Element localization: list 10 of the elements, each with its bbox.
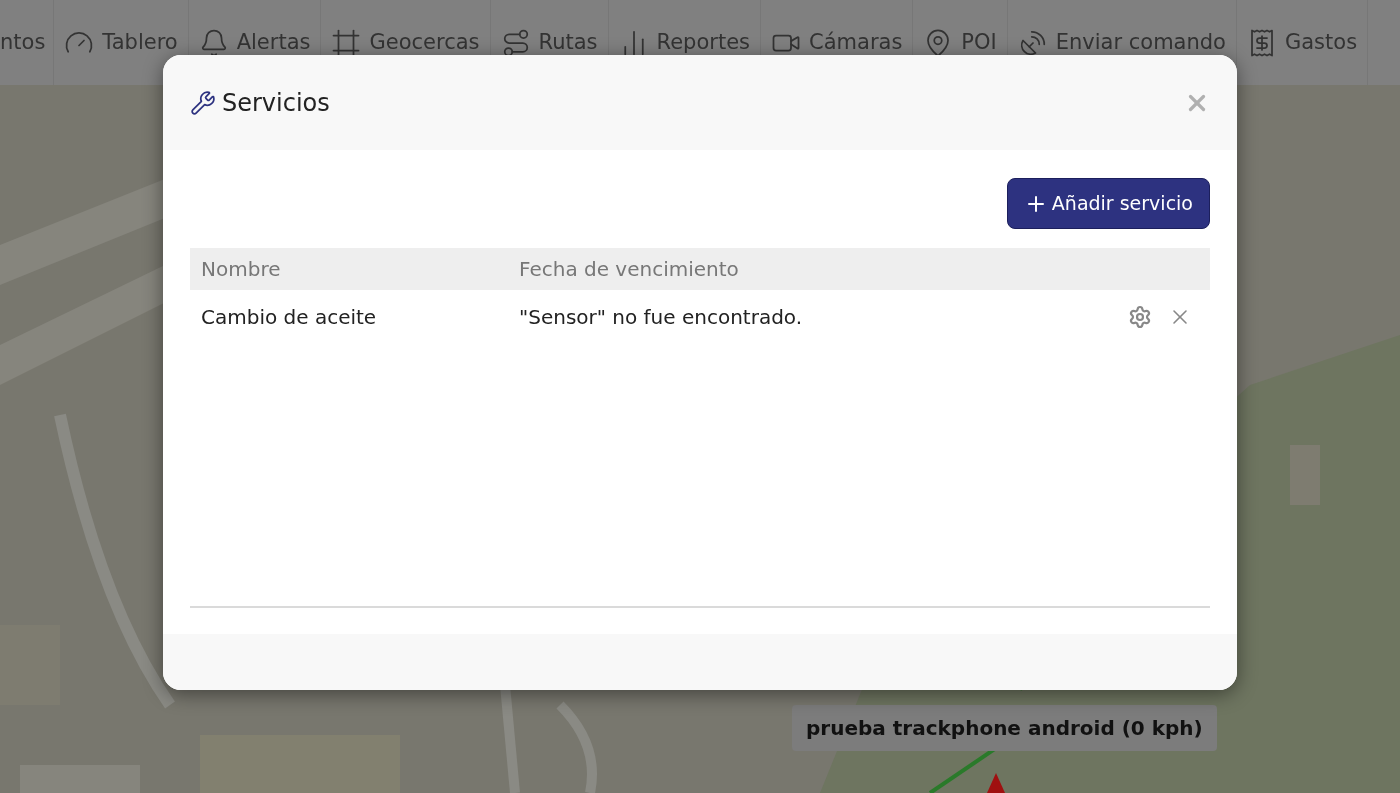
frame-icon bbox=[331, 27, 362, 58]
table-cell-text: Cambio de aceite bbox=[200, 303, 378, 331]
marker-label: prueba trackphone android (0 kph) bbox=[792, 705, 1217, 751]
add-service-button[interactable]: Añadir servicio bbox=[1006, 178, 1210, 229]
column-header: Fecha de vencimiento bbox=[519, 256, 740, 283]
wrench-icon bbox=[190, 89, 216, 116]
table-cell-text: "Sensor" no fue encontrado. bbox=[519, 303, 804, 331]
column-header: Nombre bbox=[200, 256, 282, 283]
settings-icon[interactable] bbox=[1128, 304, 1152, 329]
dialog-title: Servicios bbox=[222, 87, 330, 119]
